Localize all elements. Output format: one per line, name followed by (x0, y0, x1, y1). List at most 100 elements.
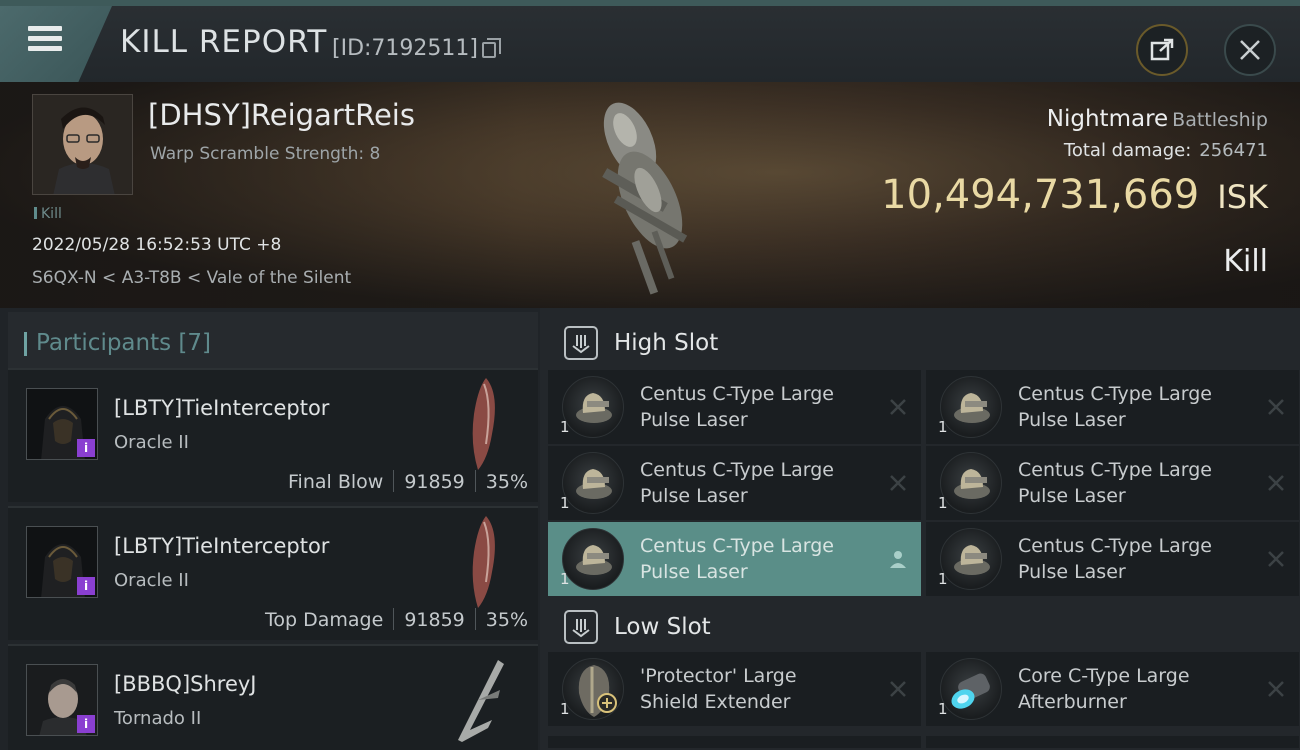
avatar: i (26, 526, 98, 598)
pulse-laser-icon (940, 528, 1002, 590)
victim-name[interactable]: [DHSY]ReigartReis (148, 98, 415, 132)
fitting-panel: High Slot 1 Centus C-Type Large Pulse La… (540, 308, 1300, 750)
avatar: i (26, 388, 98, 460)
module-item[interactable]: 1 Centus C-Type Large Pulse Laser (548, 370, 921, 444)
module-name-line2: Pulse Laser (640, 409, 748, 431)
participant-percent: 35% (485, 471, 528, 493)
destroyed-icon (890, 399, 906, 415)
divider (474, 470, 476, 492)
module-quantity: 1 (938, 700, 948, 718)
participants-panel: Participants [7] i [LBTY]TieInterceptor … (0, 308, 540, 750)
module-item[interactable]: 1 Centus C-Type Large Pulse Laser (548, 522, 921, 596)
module-quantity: 1 (938, 418, 948, 436)
close-icon (1240, 40, 1260, 60)
module-name-line2: Afterburner (1018, 691, 1127, 713)
module-item[interactable]: 1 Centus C-Type Large Pulse Laser (548, 446, 921, 520)
ship-class: Battleship (1172, 109, 1268, 131)
destroyed-icon (890, 681, 906, 697)
menu-button[interactable] (0, 6, 112, 82)
kill-tag: Kill (34, 206, 62, 222)
module-item-partial[interactable] (926, 736, 1299, 748)
total-damage: Total damage: 256471 (1064, 140, 1268, 161)
victim-ship-image[interactable] (570, 90, 720, 300)
module-name-line2: Pulse Laser (640, 561, 748, 583)
participant-card[interactable]: i [BBBQ]ShreyJ Tornado II (8, 644, 538, 750)
module-name: 'Protector' Large (640, 665, 797, 687)
menu-icon (28, 26, 62, 31)
participant-role: Final Blow (288, 471, 384, 493)
low-slot-icon (564, 610, 598, 644)
kill-location[interactable]: S6QX-N < A3-T8B < Vale of the Silent (32, 268, 351, 288)
close-button[interactable] (1224, 24, 1276, 76)
isk-value: 10,494,731,669 ISK (881, 172, 1268, 218)
participant-stats: Top Damage 91859 35% (265, 608, 528, 631)
page-title: KILL REPORT (120, 24, 328, 60)
module-name: Centus C-Type Large (1018, 383, 1212, 405)
shield-extender-icon (562, 658, 624, 720)
participant-card[interactable]: i [LBTY]TieInterceptor Oracle II Final B… (8, 368, 538, 502)
participants-title-text: Participants (36, 330, 172, 356)
module-name-line2: Pulse Laser (640, 485, 748, 507)
participant-ship: Oracle II (114, 570, 189, 591)
module-quantity: 1 (560, 418, 570, 436)
copy-icon[interactable] (482, 38, 501, 58)
module-item[interactable]: 1 Centus C-Type Large Pulse Laser (926, 370, 1299, 444)
destroyed-icon (1268, 475, 1284, 491)
participant-name[interactable]: [LBTY]TieInterceptor (114, 534, 329, 558)
module-name-line2: Pulse Laser (1018, 485, 1126, 507)
module-quantity: 1 (560, 570, 570, 588)
participant-ship-image (458, 660, 504, 742)
module-item[interactable]: 1 Centus C-Type Large Pulse Laser (926, 522, 1299, 596)
victim-ship[interactable]: Nightmare Battleship (1047, 106, 1268, 132)
participant-ship-image (472, 378, 495, 470)
share-button[interactable] (1136, 24, 1188, 76)
participant-name[interactable]: [BBBQ]ShreyJ (114, 672, 257, 696)
module-quantity: 1 (560, 700, 570, 718)
participant-name[interactable]: [LBTY]TieInterceptor (114, 396, 329, 420)
share-icon (1150, 38, 1174, 61)
participant-damage: 91859 (404, 609, 465, 631)
pulse-laser-icon (562, 528, 624, 590)
participant-card[interactable]: i [LBTY]TieInterceptor Oracle II Top Dam… (8, 506, 538, 640)
participants-title: Participants [7] (23, 330, 211, 356)
isk-unit: ISK (1217, 178, 1268, 216)
module-name: Centus C-Type Large (1018, 459, 1212, 481)
participant-damage: 91859 (404, 471, 465, 493)
module-quantity: 1 (938, 494, 948, 512)
high-slot-icon (564, 326, 598, 360)
result-label: Kill (1223, 244, 1268, 279)
participant-ship-image (472, 516, 495, 608)
victim-portrait[interactable] (32, 94, 133, 195)
pulse-laser-icon (940, 376, 1002, 438)
module-item[interactable]: 1 'Protector' Large Shield Extender (548, 652, 921, 726)
module-quantity: 1 (560, 494, 570, 512)
dropped-person-icon (890, 551, 906, 568)
divider (393, 470, 395, 492)
destroyed-icon (890, 475, 906, 491)
destroyed-icon (1268, 681, 1284, 697)
isk-amount: 10,494,731,669 (881, 172, 1200, 218)
participants-header: Participants [7] (8, 312, 538, 368)
participant-ship: Tornado II (114, 708, 202, 729)
avatar: i (26, 664, 98, 736)
module-name-line2: Pulse Laser (1018, 409, 1126, 431)
pulse-laser-icon (562, 376, 624, 438)
module-item-partial[interactable] (548, 736, 921, 748)
module-name: Centus C-Type Large (640, 383, 834, 405)
total-damage-label: Total damage: (1063, 140, 1192, 161)
module-item[interactable]: 1 Core C-Type Large Afterburner (926, 652, 1299, 726)
participant-stats: Final Blow 91859 35% (288, 470, 528, 493)
participant-percent: 35% (485, 609, 528, 631)
report-id: [ID:7192511] (332, 36, 478, 61)
avatar (33, 95, 132, 194)
faction-badge: i (77, 577, 95, 595)
pulse-laser-icon (940, 452, 1002, 514)
participant-role: Top Damage (265, 609, 384, 631)
victim-banner: [DHSY]ReigartReis Warp Scramble Strength… (0, 82, 1300, 308)
module-name: Core C-Type Large (1018, 665, 1190, 687)
warp-scramble-strength: Warp Scramble Strength: 8 (150, 144, 381, 164)
faction-badge: i (77, 715, 95, 733)
afterburner-icon (940, 658, 1002, 720)
module-item[interactable]: 1 Centus C-Type Large Pulse Laser (926, 446, 1299, 520)
module-quantity: 1 (938, 570, 948, 588)
